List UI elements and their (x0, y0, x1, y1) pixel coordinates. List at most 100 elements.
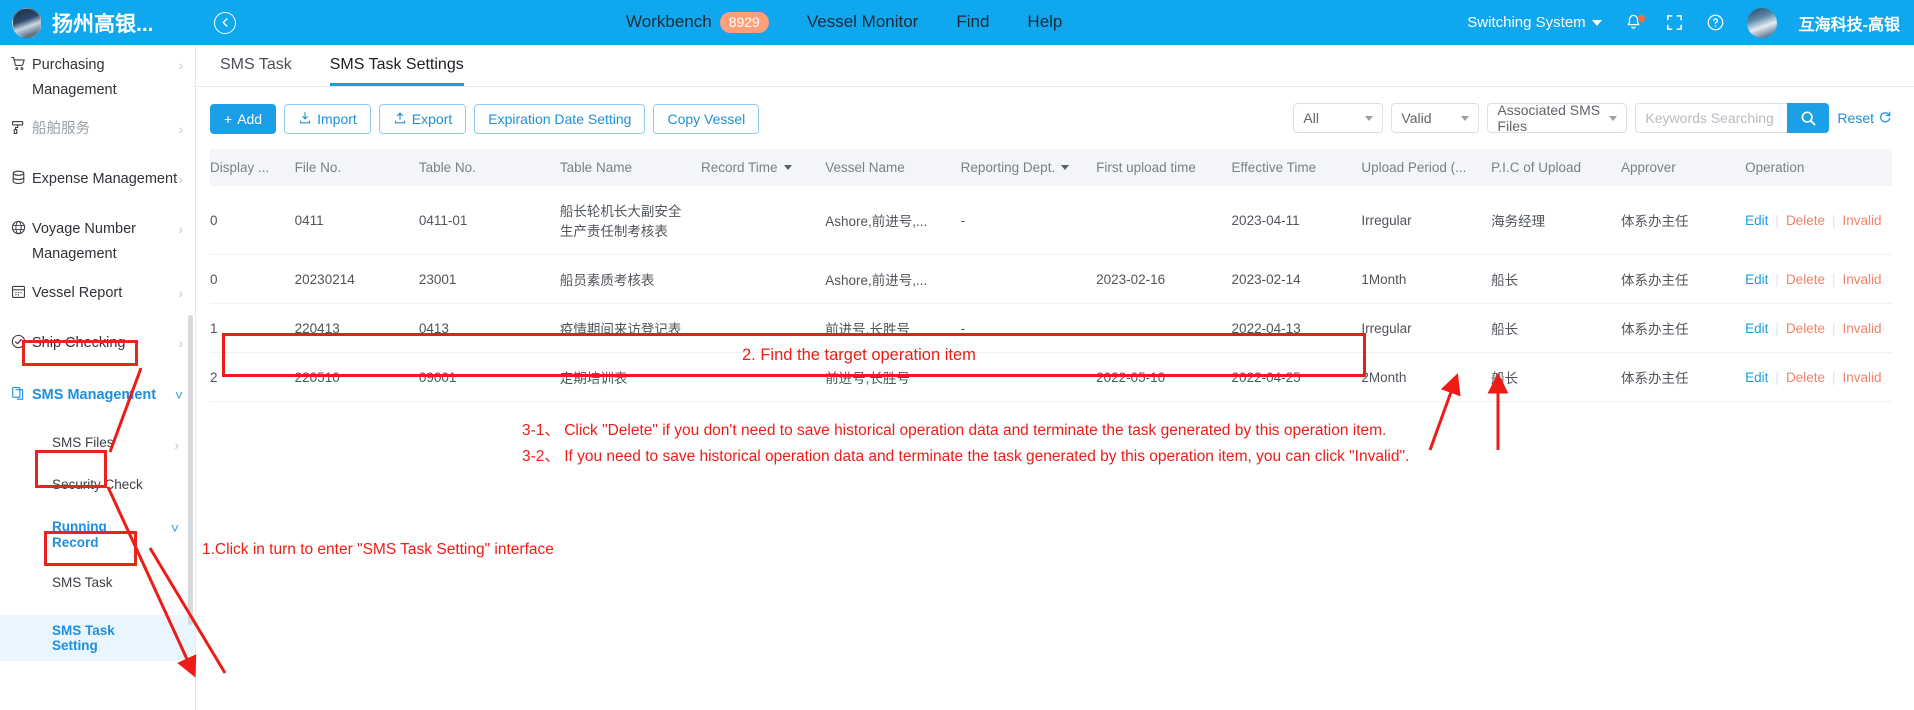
cell-pic: 海务经理 (1491, 186, 1621, 255)
sidebar-subitem-sms-files[interactable]: SMS Files › (0, 433, 195, 463)
invalid-link[interactable]: Invalid (1842, 321, 1881, 336)
sidebar-subitem-sms-task-setting[interactable]: SMS Task Setting (0, 615, 195, 661)
sidebar-subitem-running-record[interactable]: Running Record ˅ (0, 519, 195, 551)
edit-link[interactable]: Edit (1745, 370, 1768, 385)
search-input[interactable] (1635, 103, 1788, 133)
edit-link[interactable]: Edit (1745, 213, 1768, 228)
table-row[interactable]: 2 220510 09001 定期培训表 前进号,长胜号 2022-05-10 … (210, 352, 1892, 402)
col-record-time[interactable]: Record Time (701, 149, 826, 186)
brand: 扬州高银... (0, 7, 196, 38)
cell-display: 1 (210, 303, 295, 353)
sidebar-item-purchasing-management[interactable]: Purchasing Management › (0, 45, 195, 103)
cell-file-no: 20230214 (294, 254, 419, 304)
sidebar-item-expense-management[interactable]: Expense Management › (0, 167, 195, 203)
divider: | (1775, 271, 1779, 287)
reset-button[interactable]: Reset (1837, 110, 1892, 127)
switching-system-dropdown[interactable]: Switching System (1467, 14, 1602, 31)
nav-workbench[interactable]: Workbench 8929 (626, 12, 769, 33)
reset-label: Reset (1837, 110, 1874, 126)
sidebar-item-sms-management[interactable]: SMS Management ˅ (0, 383, 195, 419)
annotation-step-3-2: 3-2、 If you need to save historical oper… (522, 448, 1410, 465)
cell-table-name: 疫情期间来访登记表 (559, 303, 702, 353)
table-row[interactable]: 1 220413 0413 疫情期间来访登记表 前进号,长胜号 - 2022-0… (210, 303, 1892, 353)
cell-upload-period: Irregular (1361, 303, 1492, 353)
sidebar-subitem-sms-task[interactable]: SMS Task (0, 573, 195, 603)
sidebar-scrollbar[interactable] (188, 315, 193, 625)
filter-all-value: All (1303, 110, 1319, 126)
cell-effective-time: 2023-02-14 (1231, 254, 1362, 304)
col-table-name: Table Name (559, 149, 702, 186)
collapse-left-icon[interactable] (214, 11, 236, 34)
sidebar-label-purchasing-management: Purchasing Management (32, 57, 117, 98)
col-first-upload-time: First upload time (1096, 149, 1232, 186)
filter-valid-dropdown[interactable]: Valid (1391, 103, 1480, 133)
nav-help[interactable]: Help (1027, 12, 1062, 32)
avatar[interactable] (1746, 7, 1777, 38)
nav-vessel-monitor-label: Vessel Monitor (806, 12, 919, 32)
invalid-link[interactable]: Invalid (1842, 213, 1881, 228)
cell-display: 0 (210, 254, 295, 304)
cell-table-name: 船长轮机长大副安全生产责任制考核表 (559, 186, 702, 255)
tab-sms-task-settings[interactable]: SMS Task Settings (329, 56, 464, 86)
chevron-right-icon: › (178, 57, 183, 73)
expiration-date-setting-button[interactable]: Expiration Date Setting (474, 104, 646, 134)
sort-caret-icon (783, 165, 792, 170)
nav-find[interactable]: Find (956, 12, 989, 32)
cell-first-upload: 2022-05-10 (1096, 352, 1232, 402)
cell-pic: 船长 (1491, 254, 1621, 304)
nav-vessel-monitor[interactable]: Vessel Monitor (807, 12, 919, 32)
table-header-row: Display ... File No. Table No. Table Nam… (210, 149, 1892, 186)
cell-table-no: 23001 (418, 254, 560, 304)
delete-link[interactable]: Delete (1786, 321, 1825, 336)
sidebar-item-voyage-number-management[interactable]: Voyage Number Management › (0, 217, 195, 267)
cell-vessel-name: Ashore,前进号,... (825, 254, 961, 304)
edit-link[interactable]: Edit (1745, 321, 1768, 336)
delete-link[interactable]: Delete (1786, 370, 1825, 385)
bell-icon[interactable] (1624, 13, 1645, 32)
copy-vessel-button-label: Copy Vessel (667, 111, 746, 127)
export-button[interactable]: Export (378, 104, 467, 134)
cell-table-name: 定期培训表 (559, 352, 702, 402)
cell-operation: Edit | Delete | Invalid (1745, 303, 1892, 353)
chevron-right-icon: › (178, 221, 183, 237)
sidebar-label-sms-management: SMS Management (32, 387, 157, 403)
sidebar-item-ship-checking[interactable]: Ship Checking › (0, 331, 195, 367)
filter-associated-sms-files-dropdown[interactable]: Associated SMS Files (1487, 102, 1628, 134)
plus-icon: + (224, 111, 233, 127)
help-circle-icon[interactable] (1706, 13, 1725, 32)
cell-approver: 体系办主任 (1620, 303, 1746, 353)
sidebar-sublabel-security-check: Security Check (52, 477, 143, 492)
delete-link[interactable]: Delete (1786, 213, 1825, 228)
divider: | (1831, 212, 1836, 228)
table-row[interactable]: 0 0411 0411-01 船长轮机长大副安全生产责任制考核表 Ashore,… (210, 186, 1892, 255)
cell-operation: Edit | Delete | Invalid (1745, 352, 1892, 402)
sidebar-item-ship-service[interactable]: 船舶服务 › (0, 117, 195, 153)
chevron-right-icon: › (178, 335, 183, 351)
search-button[interactable] (1787, 103, 1830, 133)
sidebar-subitem-security-check[interactable]: Security Check (0, 475, 195, 505)
filter-all-dropdown[interactable]: All (1293, 103, 1384, 133)
filter-group: All Valid Associated SMS Files Keywords … (1293, 102, 1892, 134)
cell-approver: 体系办主任 (1620, 254, 1746, 304)
col-effective-time: Effective Time (1231, 149, 1362, 186)
fullscreen-icon[interactable] (1665, 13, 1684, 32)
copy-vessel-button[interactable]: Copy Vessel (653, 104, 760, 134)
table-row[interactable]: 0 20230214 23001 船员素质考核表 Ashore,前进号,... … (210, 254, 1892, 304)
sidebar-item-vessel-report[interactable]: Vessel Report › (0, 281, 195, 317)
top-nav-items: Workbench 8929 Vessel Monitor Find Help (626, 12, 1062, 33)
sidebar-label-expense-management: Expense Management (32, 171, 178, 187)
import-button[interactable]: Import (284, 104, 371, 134)
col-reporting-dept[interactable]: Reporting Dept. (960, 149, 1097, 186)
filter-associated-value: Associated SMS Files (1497, 102, 1601, 134)
main-content: SMS Task SMS Task Settings + Add Import (196, 45, 1914, 710)
tab-sms-task[interactable]: SMS Task (220, 56, 292, 86)
delete-link[interactable]: Delete (1786, 272, 1825, 287)
invalid-link[interactable]: Invalid (1842, 370, 1881, 385)
add-button[interactable]: + Add (210, 104, 277, 134)
cell-operation: Edit | Delete | Invalid (1745, 254, 1892, 304)
refresh-icon (1878, 110, 1892, 127)
cell-first-upload (1096, 303, 1232, 353)
chevron-down-icon (1609, 115, 1618, 121)
edit-link[interactable]: Edit (1745, 272, 1768, 287)
invalid-link[interactable]: Invalid (1842, 272, 1881, 287)
